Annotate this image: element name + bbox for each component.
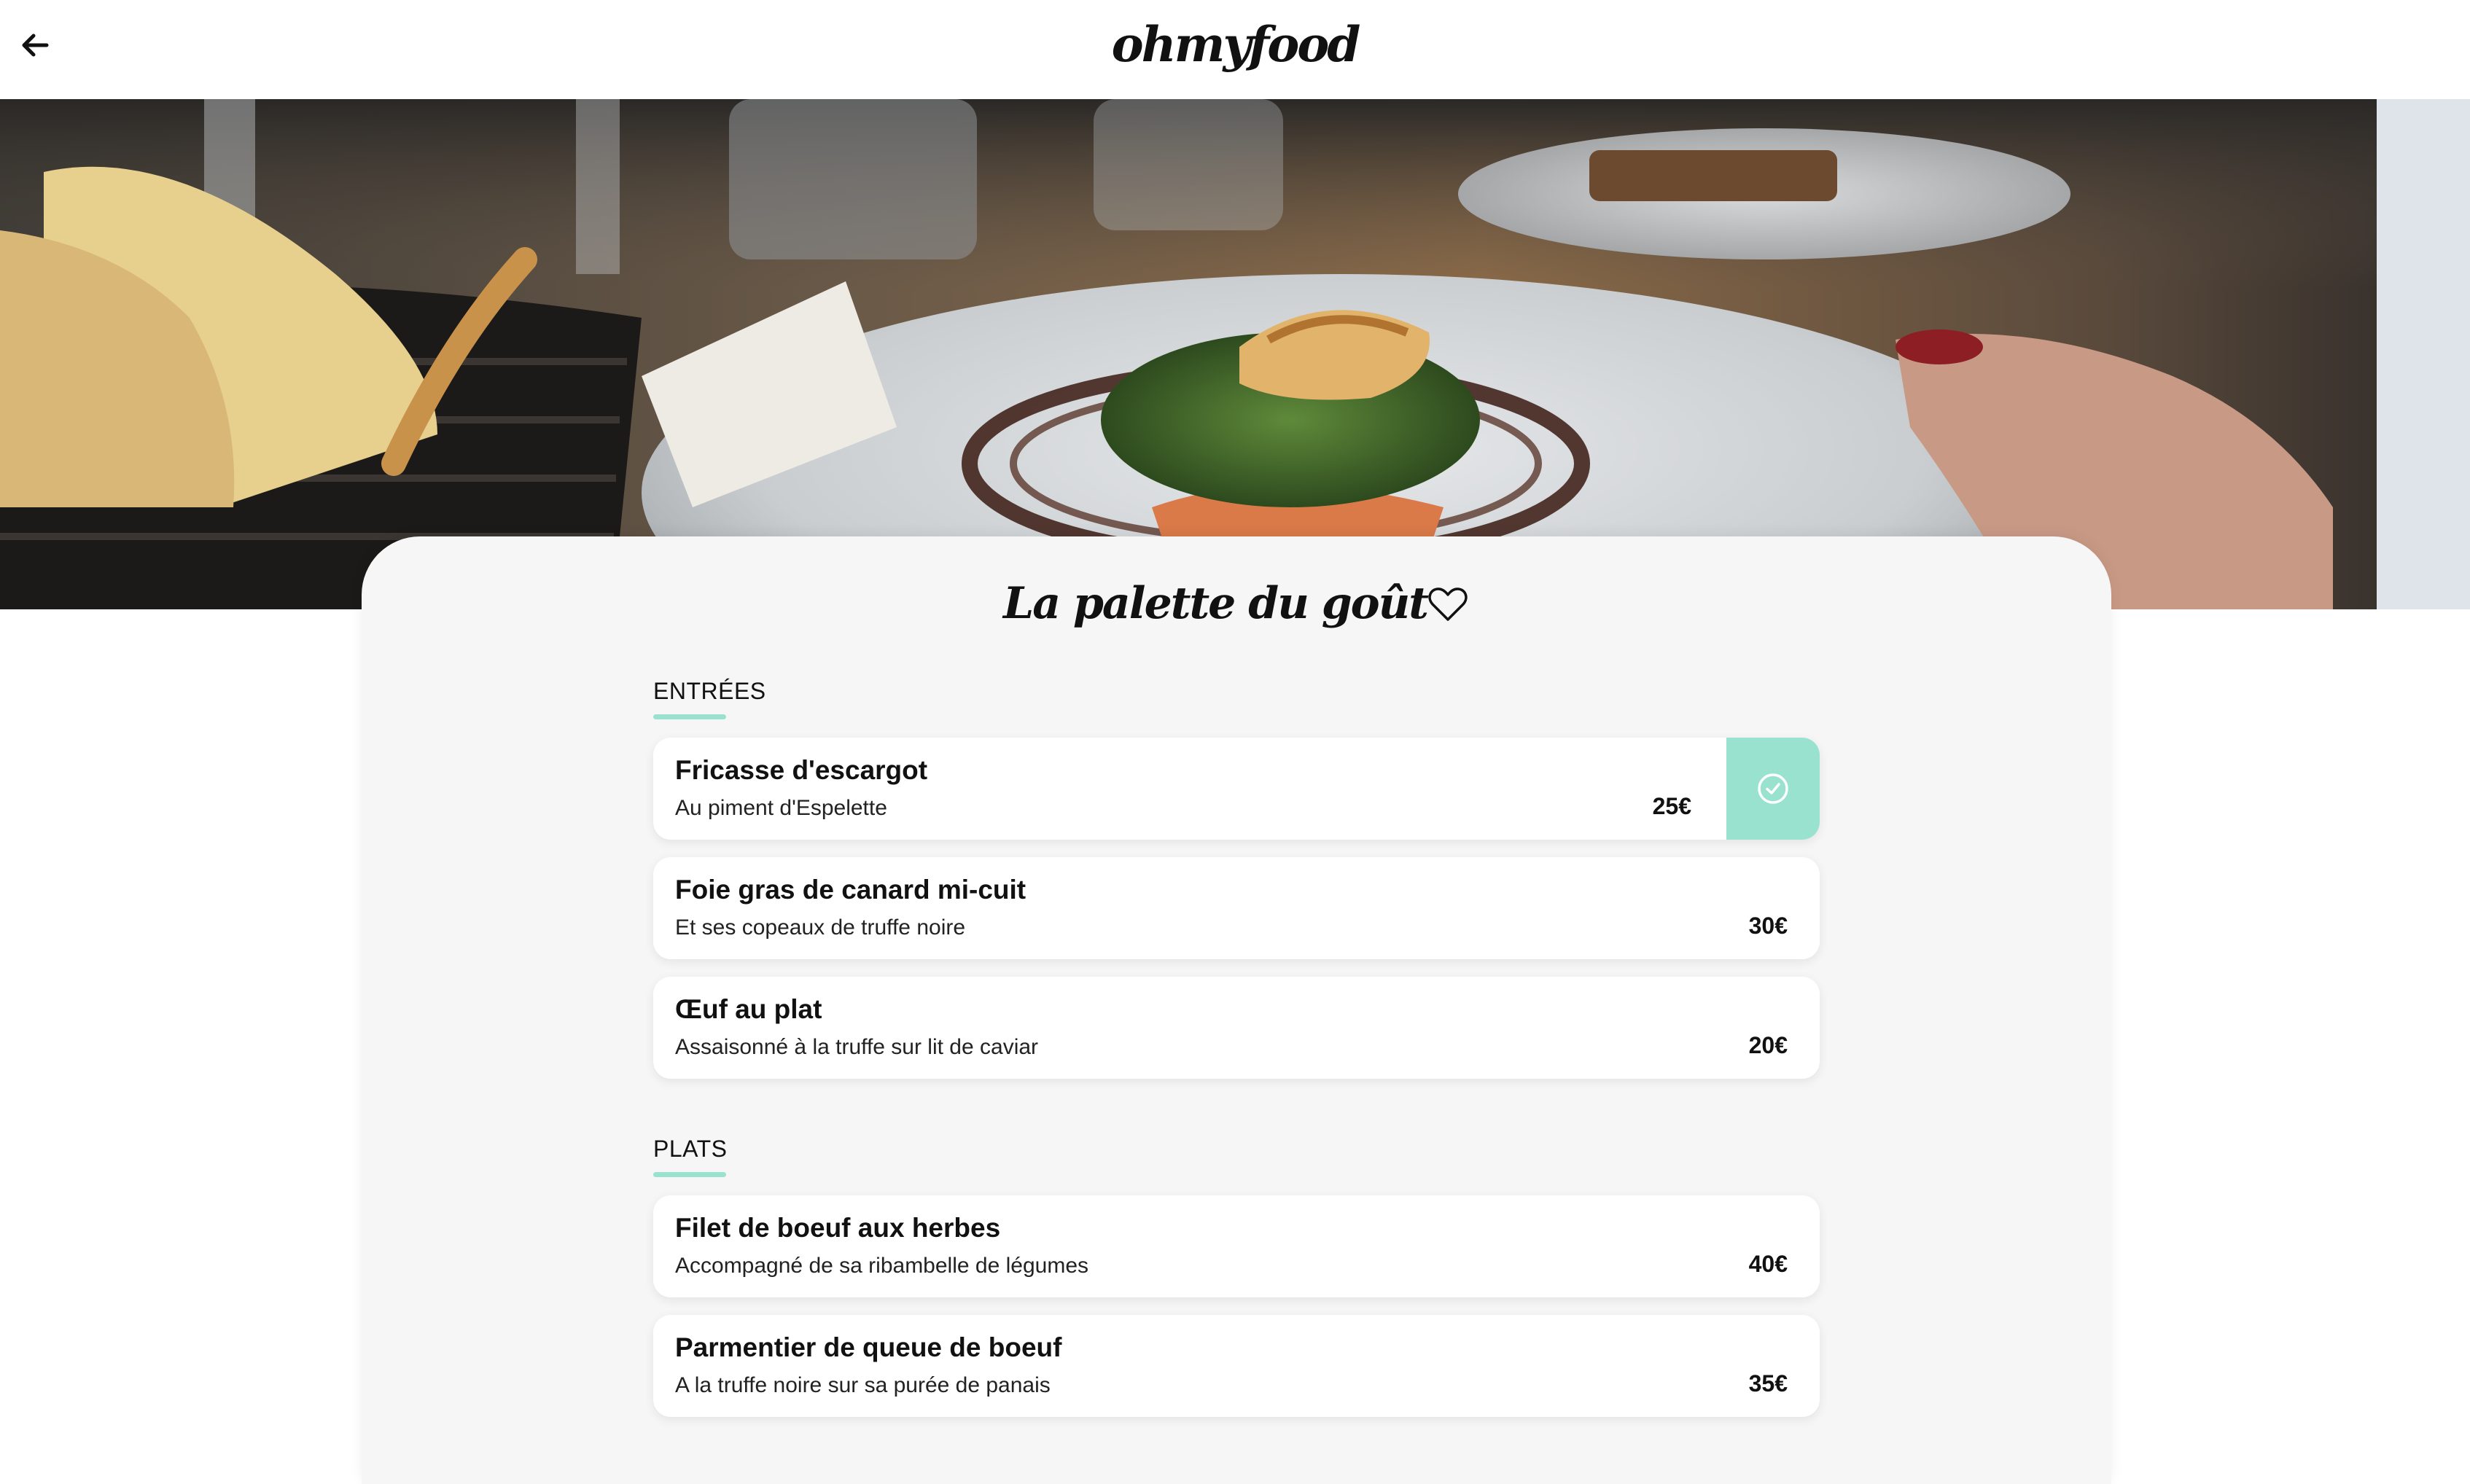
dish-description: Et ses copeaux de truffe noire xyxy=(675,915,966,940)
section-underline xyxy=(653,714,726,719)
hero-image xyxy=(0,99,2470,609)
dish-name: Parmentier de queue de boeuf xyxy=(675,1332,1062,1362)
dish-price: 30€ xyxy=(1748,913,1788,939)
dish-card[interactable]: Filet de boeuf aux herbes Accompagné de … xyxy=(653,1195,1820,1297)
dish-card[interactable]: Œuf au plat Assaisonné à la truffe sur l… xyxy=(653,977,1820,1079)
dish-name: Œuf au plat xyxy=(675,994,822,1024)
dish-card[interactable]: Parmentier de queue de boeuf A la truffe… xyxy=(653,1315,1820,1417)
section-underline xyxy=(653,1172,726,1177)
dish-name: Fricasse d'escargot xyxy=(675,755,928,785)
check-circle-icon xyxy=(1758,773,1788,804)
dish-price: 35€ xyxy=(1748,1370,1788,1397)
dish-price: 40€ xyxy=(1748,1251,1788,1277)
dish-description: Accompagné de sa ribambelle de légumes xyxy=(675,1254,1088,1278)
section-title-plats: PLATS xyxy=(653,1136,728,1162)
dish-description: Au piment d'Espelette xyxy=(675,796,887,820)
dish-price: 25€ xyxy=(1652,793,1691,819)
section-title-entrees: ENTRÉES xyxy=(653,678,766,704)
favorite-button[interactable] xyxy=(1427,586,1468,622)
dish-card[interactable]: Foie gras de canard mi-cuit Et ses copea… xyxy=(653,857,1820,959)
restaurant-title: La palette du goût xyxy=(1003,578,1429,629)
top-header: ohmyfood xyxy=(0,0,2470,99)
menu-card: La palette du goût ENTRÉES Fricasse d'es… xyxy=(362,536,2111,1484)
heart-outline-icon xyxy=(1428,587,1468,621)
app-logo[interactable]: ohmyfood xyxy=(0,16,2470,73)
selected-check-panel[interactable] xyxy=(1726,738,1820,840)
dish-name: Foie gras de canard mi-cuit xyxy=(675,875,1026,905)
restaurant-header: La palette du goût xyxy=(362,567,2111,640)
dish-price: 20€ xyxy=(1748,1032,1788,1058)
dish-card[interactable]: Fricasse d'escargot Au piment d'Espelett… xyxy=(653,738,1820,840)
dish-description: Assaisonné à la truffe sur lit de caviar xyxy=(675,1035,1039,1059)
dish-name: Filet de boeuf aux herbes xyxy=(675,1213,1001,1243)
dish-description: A la truffe noire sur sa purée de panais xyxy=(675,1373,1051,1397)
